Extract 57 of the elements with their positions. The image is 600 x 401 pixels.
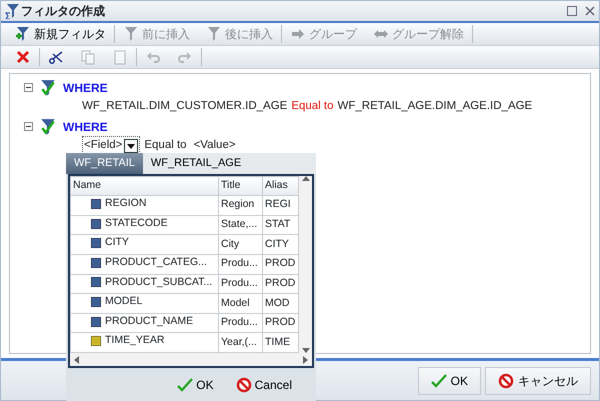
condition-operator: Equal to (291, 99, 334, 114)
field-icon (91, 218, 101, 228)
condition-field: WF_RETAIL.DIM_CUSTOMER.ID_AGE (82, 98, 288, 116)
field-icon (91, 297, 101, 307)
tab[interactable]: WF_RETAIL (66, 153, 143, 174)
scroll-left-icon[interactable] (74, 356, 79, 364)
table-cell: Model (218, 294, 262, 314)
delete-icon (15, 49, 31, 65)
table-cell: City (218, 234, 262, 254)
filter-check-icon (39, 118, 57, 136)
filter-check-icon (39, 78, 57, 96)
field-icon (91, 258, 101, 268)
table-cell: Produ... (218, 274, 262, 294)
filter-sigma-icon (5, 3, 21, 19)
ok-button[interactable]: OK (171, 375, 220, 395)
field-icon (91, 336, 101, 346)
cancel-button[interactable]: キャンセル (485, 366, 591, 394)
tab[interactable]: WF_RETAIL_AGE (142, 153, 250, 174)
check-icon (177, 377, 194, 393)
maximize-icon[interactable] (567, 6, 577, 16)
column-header: Name (70, 176, 218, 196)
caret-icon[interactable] (124, 139, 138, 153)
filter-icon (123, 26, 139, 42)
no-entry-icon (498, 372, 514, 388)
filter-icon (206, 26, 222, 42)
ok-button[interactable]: OK (418, 366, 481, 394)
paste-icon (112, 49, 128, 65)
field-icon (91, 198, 101, 209)
scroll-right-icon[interactable] (303, 356, 308, 364)
column-header: Title (218, 176, 262, 196)
table-cell: Produ... (218, 254, 262, 274)
horizontal-scrollbar[interactable] (70, 353, 312, 366)
window-title: フィルタの作成 (21, 3, 105, 20)
table-cell: State,... (218, 215, 262, 235)
close-icon[interactable] (585, 6, 595, 16)
table-cell: Region (218, 196, 262, 216)
scroll-up-icon[interactable] (302, 176, 310, 181)
field-icon (91, 238, 101, 248)
column-header: Alias (262, 176, 298, 196)
filter-keyword: WHERE (63, 80, 108, 96)
redo-icon (177, 49, 193, 65)
field-icon (91, 316, 101, 327)
no-entry-icon (236, 377, 252, 393)
condition-field: WF_RETAIL_AGE.DIM_AGE.ID_AGE (338, 98, 532, 116)
table-cell: Produ... (218, 313, 262, 333)
vertical-scrollbar[interactable] (299, 176, 312, 353)
condition-operator[interactable]: Equal to (144, 137, 187, 155)
cancel-button[interactable]: Cancel (230, 375, 298, 395)
scissors-icon (48, 49, 64, 65)
filter-keyword: WHERE (63, 118, 108, 136)
filter-plus-icon (15, 26, 31, 42)
toolbar-button[interactable]: 新規フィルタ (7, 25, 114, 43)
value-field[interactable]: <Value> (194, 137, 236, 155)
field-icon (91, 277, 101, 288)
copy-icon (80, 49, 96, 65)
check-icon (430, 372, 447, 388)
arrow-right-icon (290, 26, 306, 42)
